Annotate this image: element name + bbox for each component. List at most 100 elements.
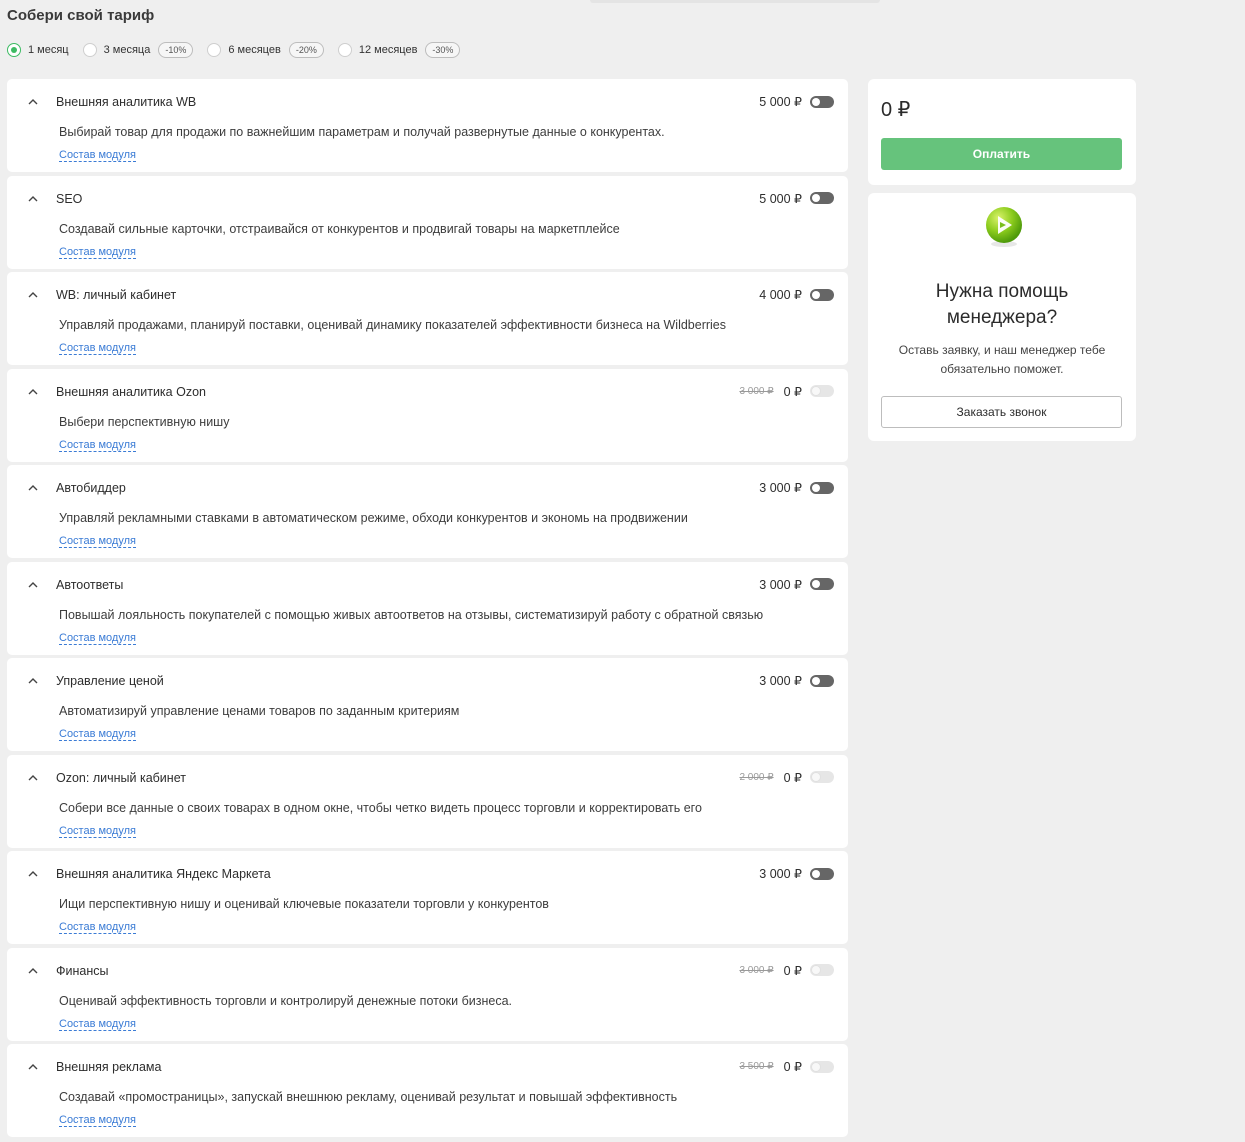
module-description: Выбери перспективную нишу <box>59 414 230 429</box>
module-price: 0 ₽ <box>783 1060 802 1074</box>
chevron-up-icon[interactable] <box>27 1062 39 1072</box>
discount-badge: -20% <box>288 42 324 58</box>
module-toggle <box>810 964 834 976</box>
module-price-group: 3 000 ₽ 0 ₽ <box>739 963 834 978</box>
module-name: Внешняя аналитика Яндекс Маркета <box>56 867 271 881</box>
chevron-up-icon[interactable] <box>27 773 39 783</box>
module-toggle[interactable] <box>810 288 834 301</box>
period-option[interactable]: 3 месяца -10% <box>82 42 194 58</box>
chevron-up-icon[interactable] <box>27 483 39 493</box>
module-price-group: 5 000 ₽ <box>759 94 834 109</box>
module-card: Внешняя реклама 3 500 ₽ 0 ₽ Создавай «промо… <box>7 1044 848 1137</box>
module-price: 4 000 ₽ <box>759 288 802 302</box>
module-price: 0 ₽ <box>783 963 802 978</box>
module-description: Управляй продажами, планируй поставки, о… <box>59 318 727 332</box>
module-contents-link[interactable]: Состав модуля <box>59 728 136 741</box>
chevron-up-icon[interactable] <box>27 966 39 976</box>
module-contents-link[interactable]: Состав модуля <box>59 825 136 838</box>
total-price: 0 ₽ <box>881 99 911 121</box>
module-contents-link[interactable]: Состав модуля <box>59 342 136 355</box>
chevron-up-icon[interactable] <box>27 869 39 879</box>
module-toggle <box>810 385 834 397</box>
module-description: Создавай «промостраницы», запускай внешн… <box>59 1090 678 1104</box>
module-toggle[interactable] <box>810 192 834 204</box>
module-name: Автоответы <box>56 577 124 592</box>
module-price-group: 4 000 ₽ <box>759 287 834 302</box>
help-title: Нужна помощь менеджера? <box>935 281 1069 328</box>
module-description: Автоматизируй управление ценами товаров … <box>59 704 460 718</box>
module-old-price: 3 000 ₽ <box>739 964 774 976</box>
module-price: 0 ₽ <box>783 384 802 399</box>
module-contents-link[interactable]: Состав модуля <box>59 246 136 259</box>
module-name: Внешняя аналитика WB <box>56 95 197 109</box>
chevron-up-icon[interactable] <box>27 97 39 107</box>
module-contents-link[interactable]: Состав модуля <box>59 439 136 452</box>
module-card: Внешняя аналитика Яндекс Маркета 3 000 ₽ И… <box>7 851 848 944</box>
module-old-price: 2 000 ₽ <box>739 771 774 783</box>
period-radio[interactable] <box>82 43 97 57</box>
chevron-up-icon[interactable] <box>27 194 39 204</box>
period-option[interactable]: 6 месяцев -20% <box>207 42 324 58</box>
chevron-up-icon[interactable] <box>27 290 39 300</box>
module-description: Собери все данные о своих товарах в одно… <box>59 800 702 815</box>
module-old-price: 3 500 ₽ <box>739 1061 774 1072</box>
discount-badge: -10% <box>158 42 194 58</box>
module-price: 5 000 ₽ <box>759 95 802 109</box>
manager-help-card: Нужна помощь менеджера? Оставь заявку, и… <box>868 193 1136 441</box>
module-name: Внешняя реклама <box>56 1060 162 1074</box>
period-radio[interactable] <box>337 43 352 57</box>
module-description: Оценивай эффективность торговли и контро… <box>59 993 512 1008</box>
module-price: 3 000 ₽ <box>759 577 802 592</box>
module-card: Внешняя аналитика WB 5 000 ₽ Выбирай товар… <box>7 79 848 172</box>
modules-list: Внешняя аналитика WB 5 000 ₽ Выбирай товар… <box>7 79 848 1141</box>
module-old-price: 3 000 ₽ <box>739 385 774 397</box>
module-name: SEO <box>56 191 83 206</box>
module-price: 0 ₽ <box>783 770 802 785</box>
module-card: Ozon: личный кабинет 2 000 ₽ 0 ₽ Собери все… <box>7 754 848 848</box>
module-contents-link[interactable]: Состав модуля <box>59 149 136 162</box>
module-name: Внешняя аналитика Ozon <box>56 384 206 399</box>
period-option[interactable]: 12 месяцев -30% <box>337 42 461 58</box>
module-price-group: 3 000 ₽ 0 ₽ <box>739 384 834 399</box>
module-contents-link[interactable]: Состав модуля <box>59 535 136 548</box>
module-card: WB: личный кабинет 4 000 ₽ Управляй продаж… <box>7 272 848 365</box>
chevron-up-icon[interactable] <box>27 676 39 686</box>
module-price: 5 000 ₽ <box>759 191 802 206</box>
module-card: SEO 5 000 ₽ Создавай сильные карточки, отс… <box>7 175 848 269</box>
top-scroll-shadow <box>590 0 880 3</box>
module-price-group: 2 000 ₽ 0 ₽ <box>739 770 834 785</box>
period-label: 6 месяцев <box>228 44 281 56</box>
module-name: WB: личный кабинет <box>56 288 177 302</box>
module-contents-link[interactable]: Состав модуля <box>59 1018 136 1031</box>
pay-button[interactable]: Оплатить <box>881 138 1122 170</box>
module-card: Управление ценой 3 000 ₽ Автоматизируй упр… <box>7 658 848 751</box>
period-radio[interactable] <box>207 43 222 57</box>
module-toggle[interactable] <box>810 867 834 880</box>
module-toggle[interactable] <box>810 481 834 494</box>
page-title: Собери свой тариф <box>7 7 155 24</box>
module-card: Внешняя аналитика Ozon 3 000 ₽ 0 ₽ Выбери п… <box>7 368 848 462</box>
module-price-group: 5 000 ₽ <box>759 191 834 206</box>
period-option[interactable]: 1 месяц <box>7 43 69 57</box>
module-price: 3 000 ₽ <box>759 867 802 881</box>
module-description: Выбирай товар для продажи по важнейшим п… <box>59 125 665 139</box>
module-contents-link[interactable]: Состав модуля <box>59 1114 136 1127</box>
period-label: 1 месяц <box>28 44 69 56</box>
module-name: Автобиддер <box>56 481 126 495</box>
period-radio[interactable] <box>7 43 21 57</box>
request-call-button[interactable]: Заказать звонок <box>881 396 1122 428</box>
discount-badge: -30% <box>425 42 461 58</box>
module-name: Ozon: личный кабинет <box>56 770 186 785</box>
module-contents-link[interactable]: Состав модуля <box>59 921 136 934</box>
module-toggle <box>810 1060 834 1073</box>
module-toggle[interactable] <box>810 674 834 687</box>
help-text: Оставь заявку, и наш менеджер тебе обяза… <box>898 343 1106 376</box>
module-toggle[interactable] <box>810 578 834 590</box>
chevron-up-icon[interactable] <box>27 387 39 397</box>
module-toggle[interactable] <box>810 95 834 108</box>
module-description: Управляй рекламными ставками в автоматич… <box>59 511 688 525</box>
module-contents-link[interactable]: Состав модуля <box>59 632 136 645</box>
module-description: Повышай лояльность покупателей с помощью… <box>59 607 764 622</box>
chevron-up-icon[interactable] <box>27 580 39 590</box>
module-price: 3 000 ₽ <box>759 674 802 688</box>
